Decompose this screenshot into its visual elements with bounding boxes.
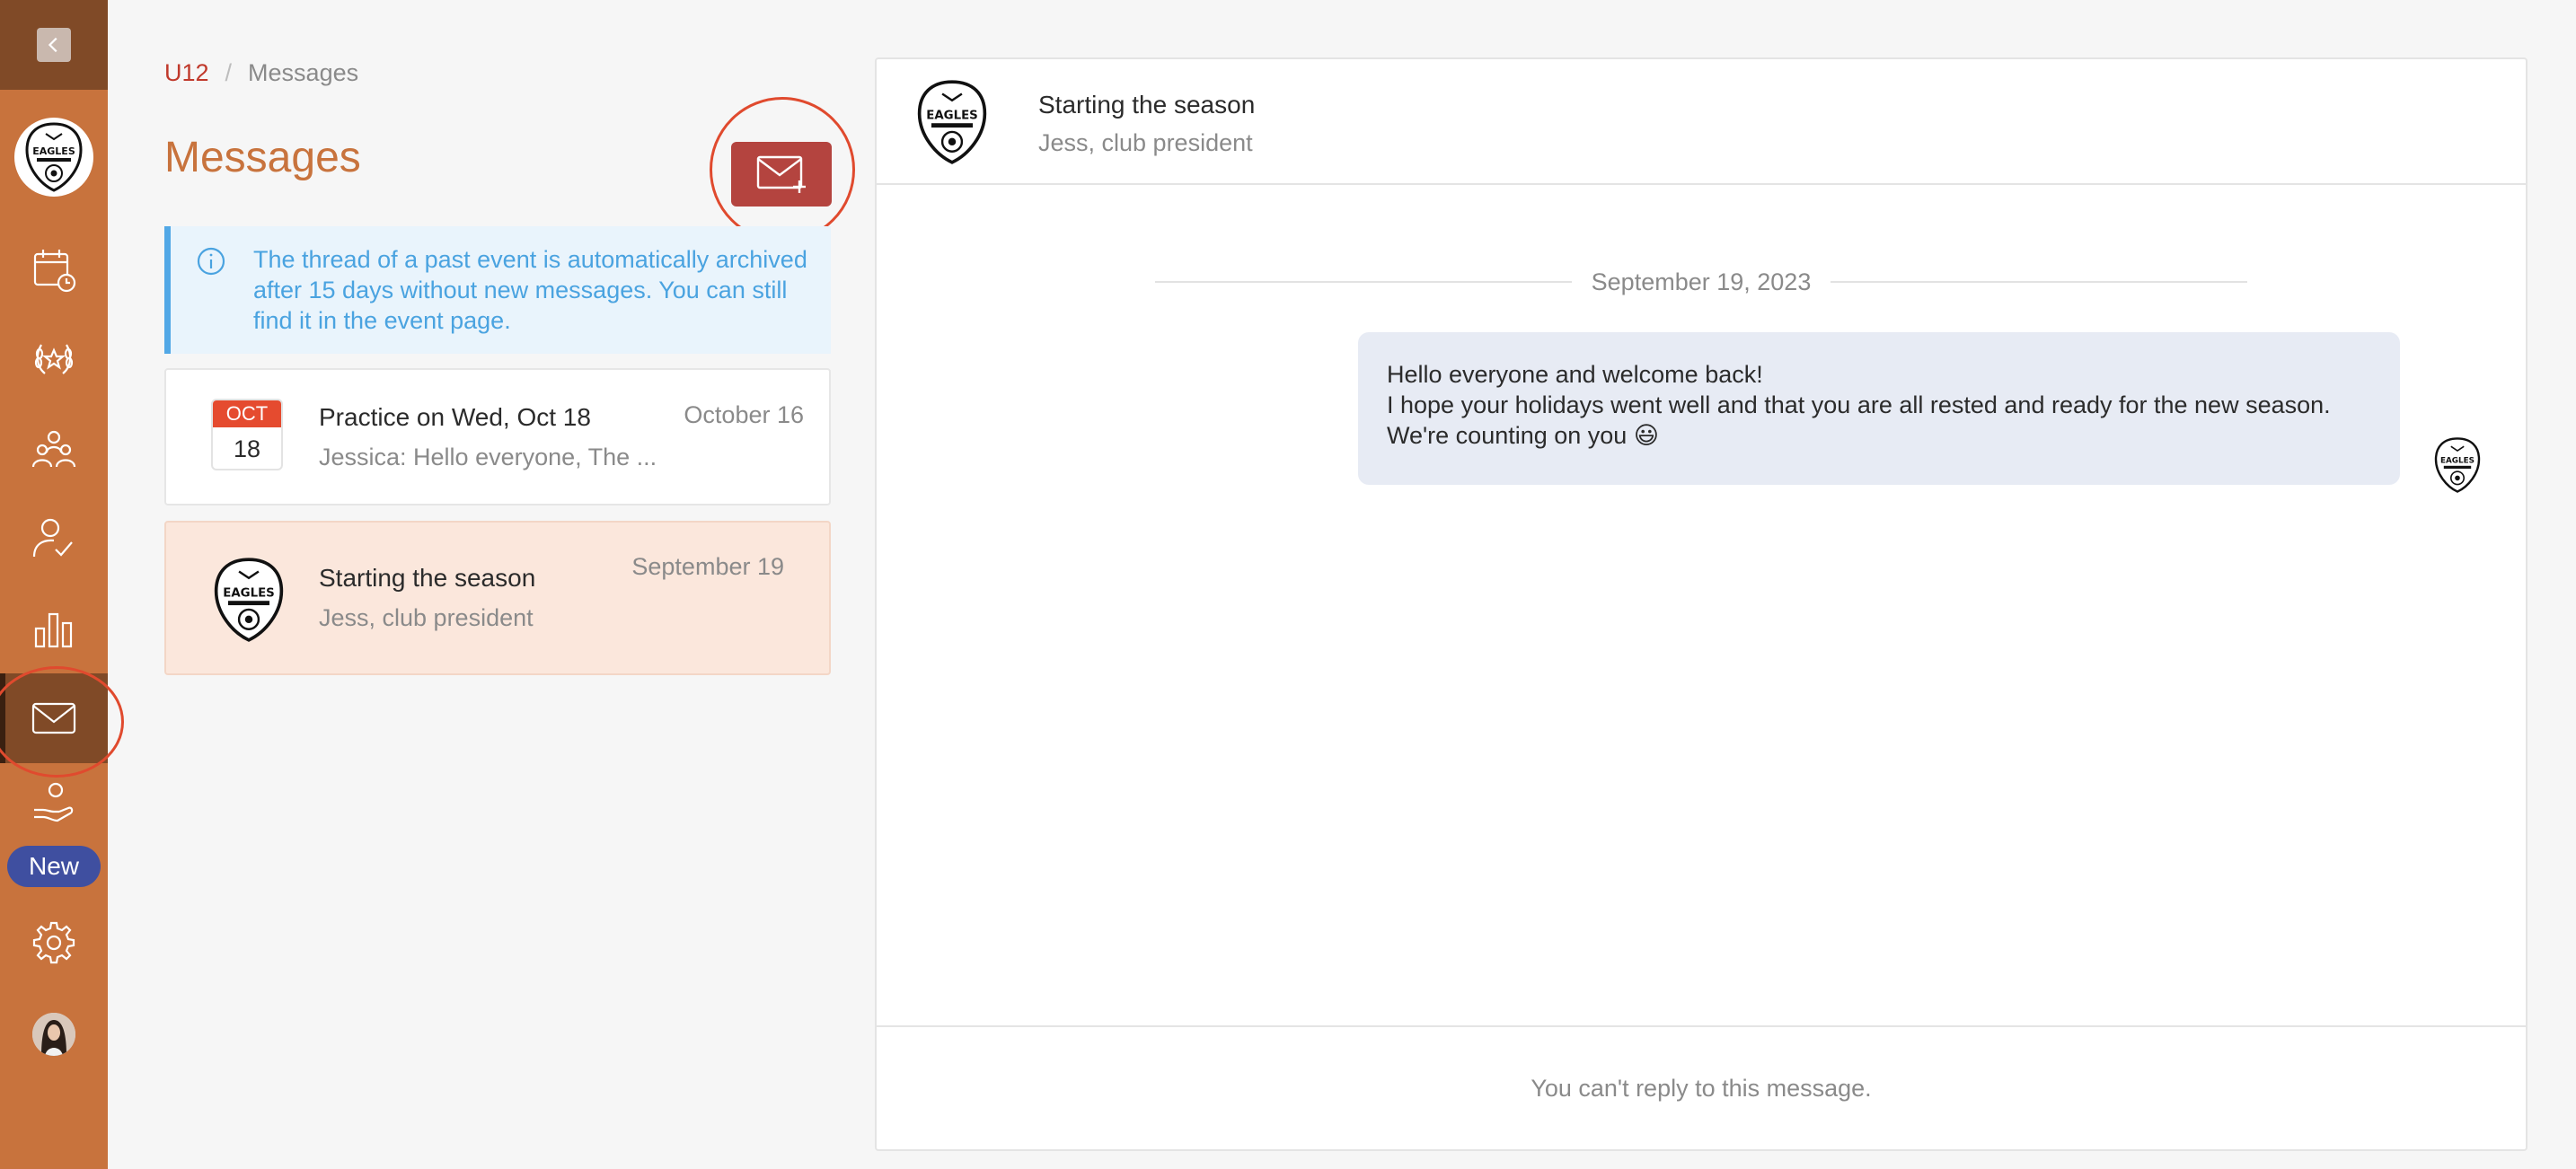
bar-chart-icon	[34, 612, 73, 648]
date-separator-line	[1155, 281, 1572, 283]
new-badge: New	[7, 846, 101, 887]
thread-title: Starting the season	[319, 564, 536, 592]
info-banner-text: The thread of a past event is automatica…	[253, 246, 807, 334]
thread-preview: Jess, club president	[319, 604, 534, 631]
thread-date: October 16	[684, 401, 804, 428]
club-logo[interactable]: EAGLES	[14, 118, 93, 197]
conversation-header: EAGLES Starting the season Jess, club pr…	[877, 59, 2526, 185]
message-line: We're counting on you 😃	[1387, 422, 1659, 449]
gear-icon	[32, 921, 75, 964]
archive-info-banner: The thread of a past event is automatica…	[164, 226, 831, 354]
chevron-left-icon	[48, 37, 57, 53]
svg-text:EAGLES: EAGLES	[926, 109, 978, 122]
breadcrumb-team-link[interactable]: U12	[164, 59, 209, 87]
reply-disabled-notice: You can't reply to this message.	[877, 1025, 2526, 1149]
eagles-logo-icon: EAGLES	[917, 80, 987, 164]
date-separator-line	[1831, 281, 2247, 283]
info-icon	[197, 247, 225, 276]
svg-text:EAGLES: EAGLES	[32, 145, 75, 157]
user-avatar[interactable]	[32, 1013, 75, 1056]
message-bubble: Hello everyone and welcome back! I hope …	[1358, 332, 2400, 485]
thread-preview: Jessica: Hello everyone, The ...	[319, 444, 657, 470]
svg-text:EAGLES: EAGLES	[2440, 457, 2475, 466]
thread-title: Practice on Wed, Oct 18	[319, 403, 591, 431]
breadcrumb-current: Messages	[248, 59, 359, 86]
team-icon	[31, 430, 76, 468]
conversation-subtitle: Jess, club president	[1038, 129, 1253, 156]
breadcrumb-separator: /	[225, 59, 233, 86]
new-message-highlight-ring	[710, 97, 855, 242]
sidebar-item-attendance[interactable]	[0, 494, 108, 584]
helping-hand-icon	[34, 782, 74, 822]
sidebar-item-settings[interactable]	[0, 898, 108, 988]
calendar-month: OCT	[213, 400, 281, 427]
date-separator: September 19, 2023	[1155, 264, 2247, 300]
breadcrumb: U12 / Messages	[164, 59, 358, 87]
user-check-icon	[32, 518, 73, 558]
calendar-day: 18	[233, 435, 261, 462]
svg-text:EAGLES: EAGLES	[223, 586, 275, 600]
thread-item-practice[interactable]: OCT 18 Practice on Wed, Oct 18 Jessica: …	[164, 368, 831, 505]
sidebar-item-team[interactable]	[0, 404, 108, 494]
sidebar-item-statistics[interactable]	[0, 584, 108, 673]
conversation-title: Starting the season	[1038, 91, 1256, 119]
collapse-sidebar-button[interactable]	[37, 28, 71, 62]
laurel-icon	[34, 344, 74, 374]
sidebar-item-competitions[interactable]	[0, 314, 108, 404]
eagles-logo-icon: EAGLES	[214, 558, 284, 642]
profile-photo-icon	[32, 1013, 75, 1056]
sidebar-item-sponsorship[interactable]	[0, 769, 108, 840]
conversation-panel: EAGLES Starting the season Jess, club pr…	[875, 57, 2527, 1151]
sidebar-header	[0, 0, 108, 90]
date-separator-text: September 19, 2023	[1591, 268, 1812, 295]
sidebar-item-calendar[interactable]	[0, 224, 108, 314]
calendar-icon	[33, 250, 76, 293]
app: EAGLES New U12 / Messages Messages The t…	[0, 0, 2576, 1169]
page-title: Messages	[164, 134, 361, 181]
thread-date: September 19	[631, 553, 784, 580]
thread-item-starting-season[interactable]: EAGLES Starting the season Jess, club pr…	[164, 521, 831, 675]
sender-avatar-icon: EAGLES	[2434, 437, 2481, 493]
message-line: Hello everyone and welcome back!	[1387, 361, 1763, 388]
message-line: I hope your holidays went well and that …	[1387, 391, 2331, 418]
eagles-logo-icon: EAGLES	[25, 122, 83, 192]
sidebar: EAGLES New	[0, 0, 108, 1169]
event-calendar-icon: OCT 18	[211, 399, 283, 470]
